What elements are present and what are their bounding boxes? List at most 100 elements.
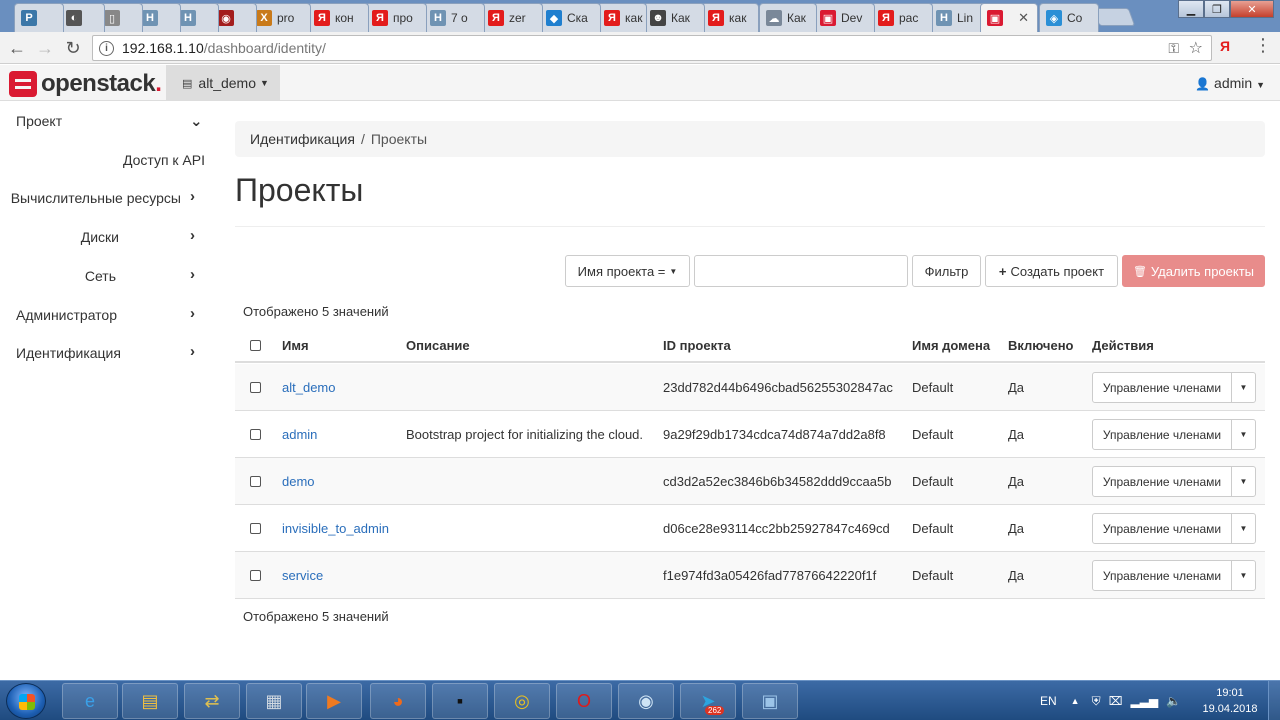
tray-expand-icon[interactable]: ▲ [1071,696,1080,706]
browser-tab[interactable]: ▣ Dev [813,3,875,32]
actions-caret-icon[interactable]: ▼ [1232,420,1255,449]
row-checkbox[interactable] [250,569,261,581]
sidebar-item-identity[interactable]: Идентификация [16,338,121,368]
project-name-link[interactable]: invisible_to_admin [282,505,389,551]
actions-caret-icon[interactable]: ▼ [1232,373,1255,402]
user-dropdown[interactable]: 👤 admin ▼ [1195,75,1265,91]
sidebar-item-admin[interactable]: Администратор [16,300,117,330]
explorer-icon[interactable]: ▤ [122,683,178,719]
sidebar-item-project[interactable]: Проект [16,106,62,136]
browser-tab[interactable]: Ярас [871,3,933,32]
reload-icon[interactable]: ↻ [62,37,84,59]
browser-tab[interactable]: Япро [365,3,427,32]
browser-tab[interactable]: Якак [701,3,759,32]
network-status-icon[interactable]: ⌧ [1109,694,1123,708]
browser-menu-icon[interactable]: ⋮ [1254,36,1272,54]
filter-field-dropdown[interactable]: Имя проекта = ▼ [565,255,690,287]
browser-tab[interactable]: ◈ Co [1039,3,1099,32]
chrome-icon[interactable]: ◎ [494,683,550,719]
browser-tab[interactable]: ☁ Как [759,3,817,32]
browser-tab[interactable]: H 7 о [423,3,485,32]
tab-title: Lin [957,11,974,25]
sidebar-item-label: Вычислительные ресурсы [10,190,181,206]
telegram-icon[interactable]: ➤ 262 [680,683,736,719]
column-header-enabled[interactable]: Включено [1008,330,1074,361]
browser-tab[interactable]: Яzer [481,3,543,32]
column-header-project-id[interactable]: ID проекта [663,330,731,361]
row-checkbox[interactable] [250,381,261,393]
maximize-button[interactable]: ❐ [1204,0,1230,18]
row-checkbox[interactable] [250,522,261,534]
back-icon[interactable]: ← [6,37,28,59]
bookmark-star-icon[interactable]: ☆ [1189,38,1203,58]
row-checkbox[interactable] [250,475,261,487]
signal-icon[interactable]: ▂▃▅ [1130,694,1158,708]
column-header-description[interactable]: Описание [406,330,470,361]
manage-members-button[interactable]: Управление членами [1093,373,1232,402]
filter-button[interactable]: Фильтр [912,255,981,287]
browser-tab[interactable]: Якон [307,3,369,32]
browser-tab[interactable]: Xpro [249,3,311,32]
manage-members-button[interactable]: Управление членами [1093,514,1232,543]
opera-icon[interactable]: O [556,683,612,719]
calculator-icon[interactable]: ▦ [246,683,302,719]
forward-icon[interactable]: → [34,37,56,59]
project-name-link[interactable]: admin [282,411,317,457]
browser-tab[interactable]: ◐ [59,3,105,32]
create-project-button[interactable]: + Создать проект [985,255,1118,287]
browser-tab[interactable]: ▣ ✕ [980,3,1038,32]
media-player-icon[interactable]: ▶ [306,683,362,719]
column-header-name[interactable]: Имя [282,330,309,361]
sidebar-item-api-access[interactable]: Доступ к API [123,145,205,175]
sidebar-item-network[interactable]: Сеть [85,261,116,291]
ie-icon[interactable]: e [62,683,118,719]
window-icon[interactable]: ▣ [742,683,798,719]
project-dropdown[interactable]: ▤ alt_demo ▼ [166,65,280,101]
actions-caret-icon[interactable]: ▼ [1232,514,1255,543]
eye-icon[interactable]: ◉ [618,683,674,719]
address-bar[interactable]: i 192.168.1.10/dashboard/identity/ ⚿ ☆ [92,35,1212,61]
minimize-button[interactable]: ▁ [1178,0,1204,18]
network-icon[interactable]: ⇄ [184,683,240,719]
items-count-bottom: Отображено 5 значений [243,609,389,624]
chevron-right-icon: › [190,266,195,283]
key-icon[interactable]: ⚿ [1168,40,1179,57]
select-all-checkbox[interactable] [250,330,261,361]
browser-tab[interactable]: P [14,3,64,32]
row-checkbox[interactable] [250,428,261,440]
manage-members-button[interactable]: Управление членами [1093,467,1232,496]
openstack-logo[interactable]: openstack. [9,70,162,98]
security-icon[interactable]: ⛨ [1092,694,1101,709]
project-name-link[interactable]: service [282,552,323,598]
yandex-extension-icon[interactable]: Я [1220,38,1230,54]
filter-input[interactable] [694,255,908,287]
sidebar-item-compute[interactable]: Вычислительные ресурсы [11,183,181,213]
delete-projects-button[interactable]: 🗑 Удалить проекты [1122,255,1265,287]
project-name-link[interactable]: alt_demo [282,364,335,410]
actions-caret-icon[interactable]: ▼ [1232,561,1255,590]
manage-members-button[interactable]: Управление членами [1093,420,1232,449]
volume-icon[interactable]: 🔈 [1166,694,1181,708]
column-header-domain[interactable]: Имя домена [912,330,990,361]
show-desktop-button[interactable] [1268,681,1280,720]
browser-tab[interactable]: ◆ Ска [539,3,601,32]
start-button[interactable] [6,683,46,719]
site-info-icon[interactable]: i [99,40,114,56]
actions-caret-icon[interactable]: ▼ [1232,467,1255,496]
manage-members-button[interactable]: Управление членами [1093,561,1232,590]
checkbox[interactable] [250,340,261,351]
close-window-button[interactable]: ✕ [1230,0,1274,18]
browser-tab[interactable]: Якак [597,3,647,32]
close-tab-icon[interactable]: ✕ [1018,10,1029,26]
browser-tab[interactable]: ☻ Как [643,3,705,32]
delete-projects-label: Удалить проекты [1150,263,1255,279]
terminal-icon[interactable]: ▪ [432,683,488,719]
sidebar-item-volumes[interactable]: Диски [81,222,119,252]
new-tab-button[interactable] [1092,8,1136,26]
browser-tab[interactable]: H Lin [929,3,987,32]
language-indicator[interactable]: EN [1040,694,1057,708]
firefox-icon[interactable]: ◕ [370,683,426,719]
clock[interactable]: 19:01 19.04.2018 [1198,685,1262,717]
breadcrumb-identity[interactable]: Идентификация [250,131,355,147]
project-name-link[interactable]: demo [282,458,315,504]
